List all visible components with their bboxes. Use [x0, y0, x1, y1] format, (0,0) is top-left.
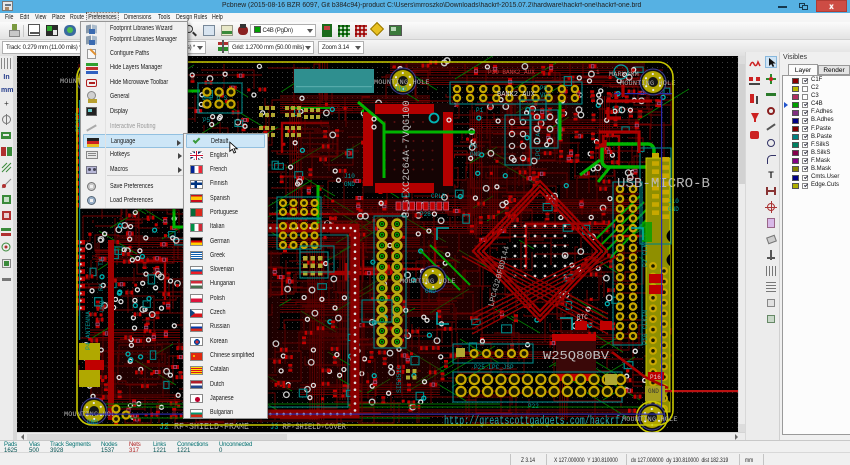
svg-text:GND: GND — [648, 388, 659, 395]
svg-text:P16 CLKIN: P16 CLKIN — [642, 310, 649, 345]
svg-text:GND: GND — [396, 86, 407, 93]
svg-text:MARK2MM: MARK2MM — [609, 71, 639, 79]
svg-text:GND: GND — [344, 181, 355, 188]
svg-text:RTC: RTC — [577, 314, 588, 321]
svg-text:P3: P3 — [470, 143, 478, 150]
svg-text:P8: P8 — [540, 85, 548, 92]
svg-text:J10: J10 — [344, 173, 355, 180]
svg-text:BANK2 AUX: BANK2 AUX — [497, 91, 536, 99]
svg-text:GND: GND — [470, 151, 481, 158]
svg-text:P5: P5 — [203, 117, 211, 124]
svg-text:MOUNTING HOLE: MOUNTING HOLE — [64, 411, 120, 419]
svg-text:P4 ANTENNA: P4 ANTENNA — [85, 311, 92, 350]
svg-text:RX: RX — [98, 283, 105, 291]
svg-text:L E D S: L E D S — [202, 95, 228, 102]
svg-text:USB: USB — [99, 300, 106, 312]
svg-text:P30 BANK2_AUX: P30 BANK2_AUX — [488, 69, 535, 76]
svg-text:MOUNTING HOLE: MOUNTING HOLE — [620, 80, 676, 88]
svg-text:SI5351C: SI5351C — [396, 366, 403, 393]
svg-text:W25Q80BV: W25Q80BV — [543, 349, 610, 363]
svg-text:LPC JTAG: LPC JTAG — [535, 129, 542, 160]
svg-text:GSG-XC2C64A-7VQG100: GSG-XC2C64A-7VQG100 — [402, 100, 413, 218]
svg-text:P16: P16 — [650, 374, 661, 381]
svg-text:1: 1 — [596, 69, 600, 76]
svg-text:VCC: VCC — [540, 92, 551, 99]
svg-text:J2 RF-SHIELD-FRAME: J2 RF-SHIELD-FRAME — [159, 422, 249, 432]
svg-text:TX: TX — [98, 258, 105, 266]
svg-text:MOUNTING HOLE: MOUNTING HOLE — [400, 278, 456, 286]
svg-text:P1: P1 — [476, 107, 484, 114]
svg-text:J3 RF-SHIELD-COVER: J3 RF-SHIELD-COVER — [270, 422, 346, 432]
svg-text:USB-MICRO-B: USB-MICRO-B — [617, 176, 710, 192]
svg-text:http://greatscottgadgets.com/h: http://greatscottgadgets.com/hackrf/ — [444, 414, 625, 428]
svg-text:P25 LPC_JSP: P25 LPC_JSP — [474, 364, 514, 371]
svg-text:GND: GND — [425, 288, 436, 295]
svg-text:CPLD: CPLD — [431, 193, 446, 200]
svg-text:P28: P28 — [420, 211, 431, 218]
svg-text:P22: P22 — [528, 403, 539, 410]
